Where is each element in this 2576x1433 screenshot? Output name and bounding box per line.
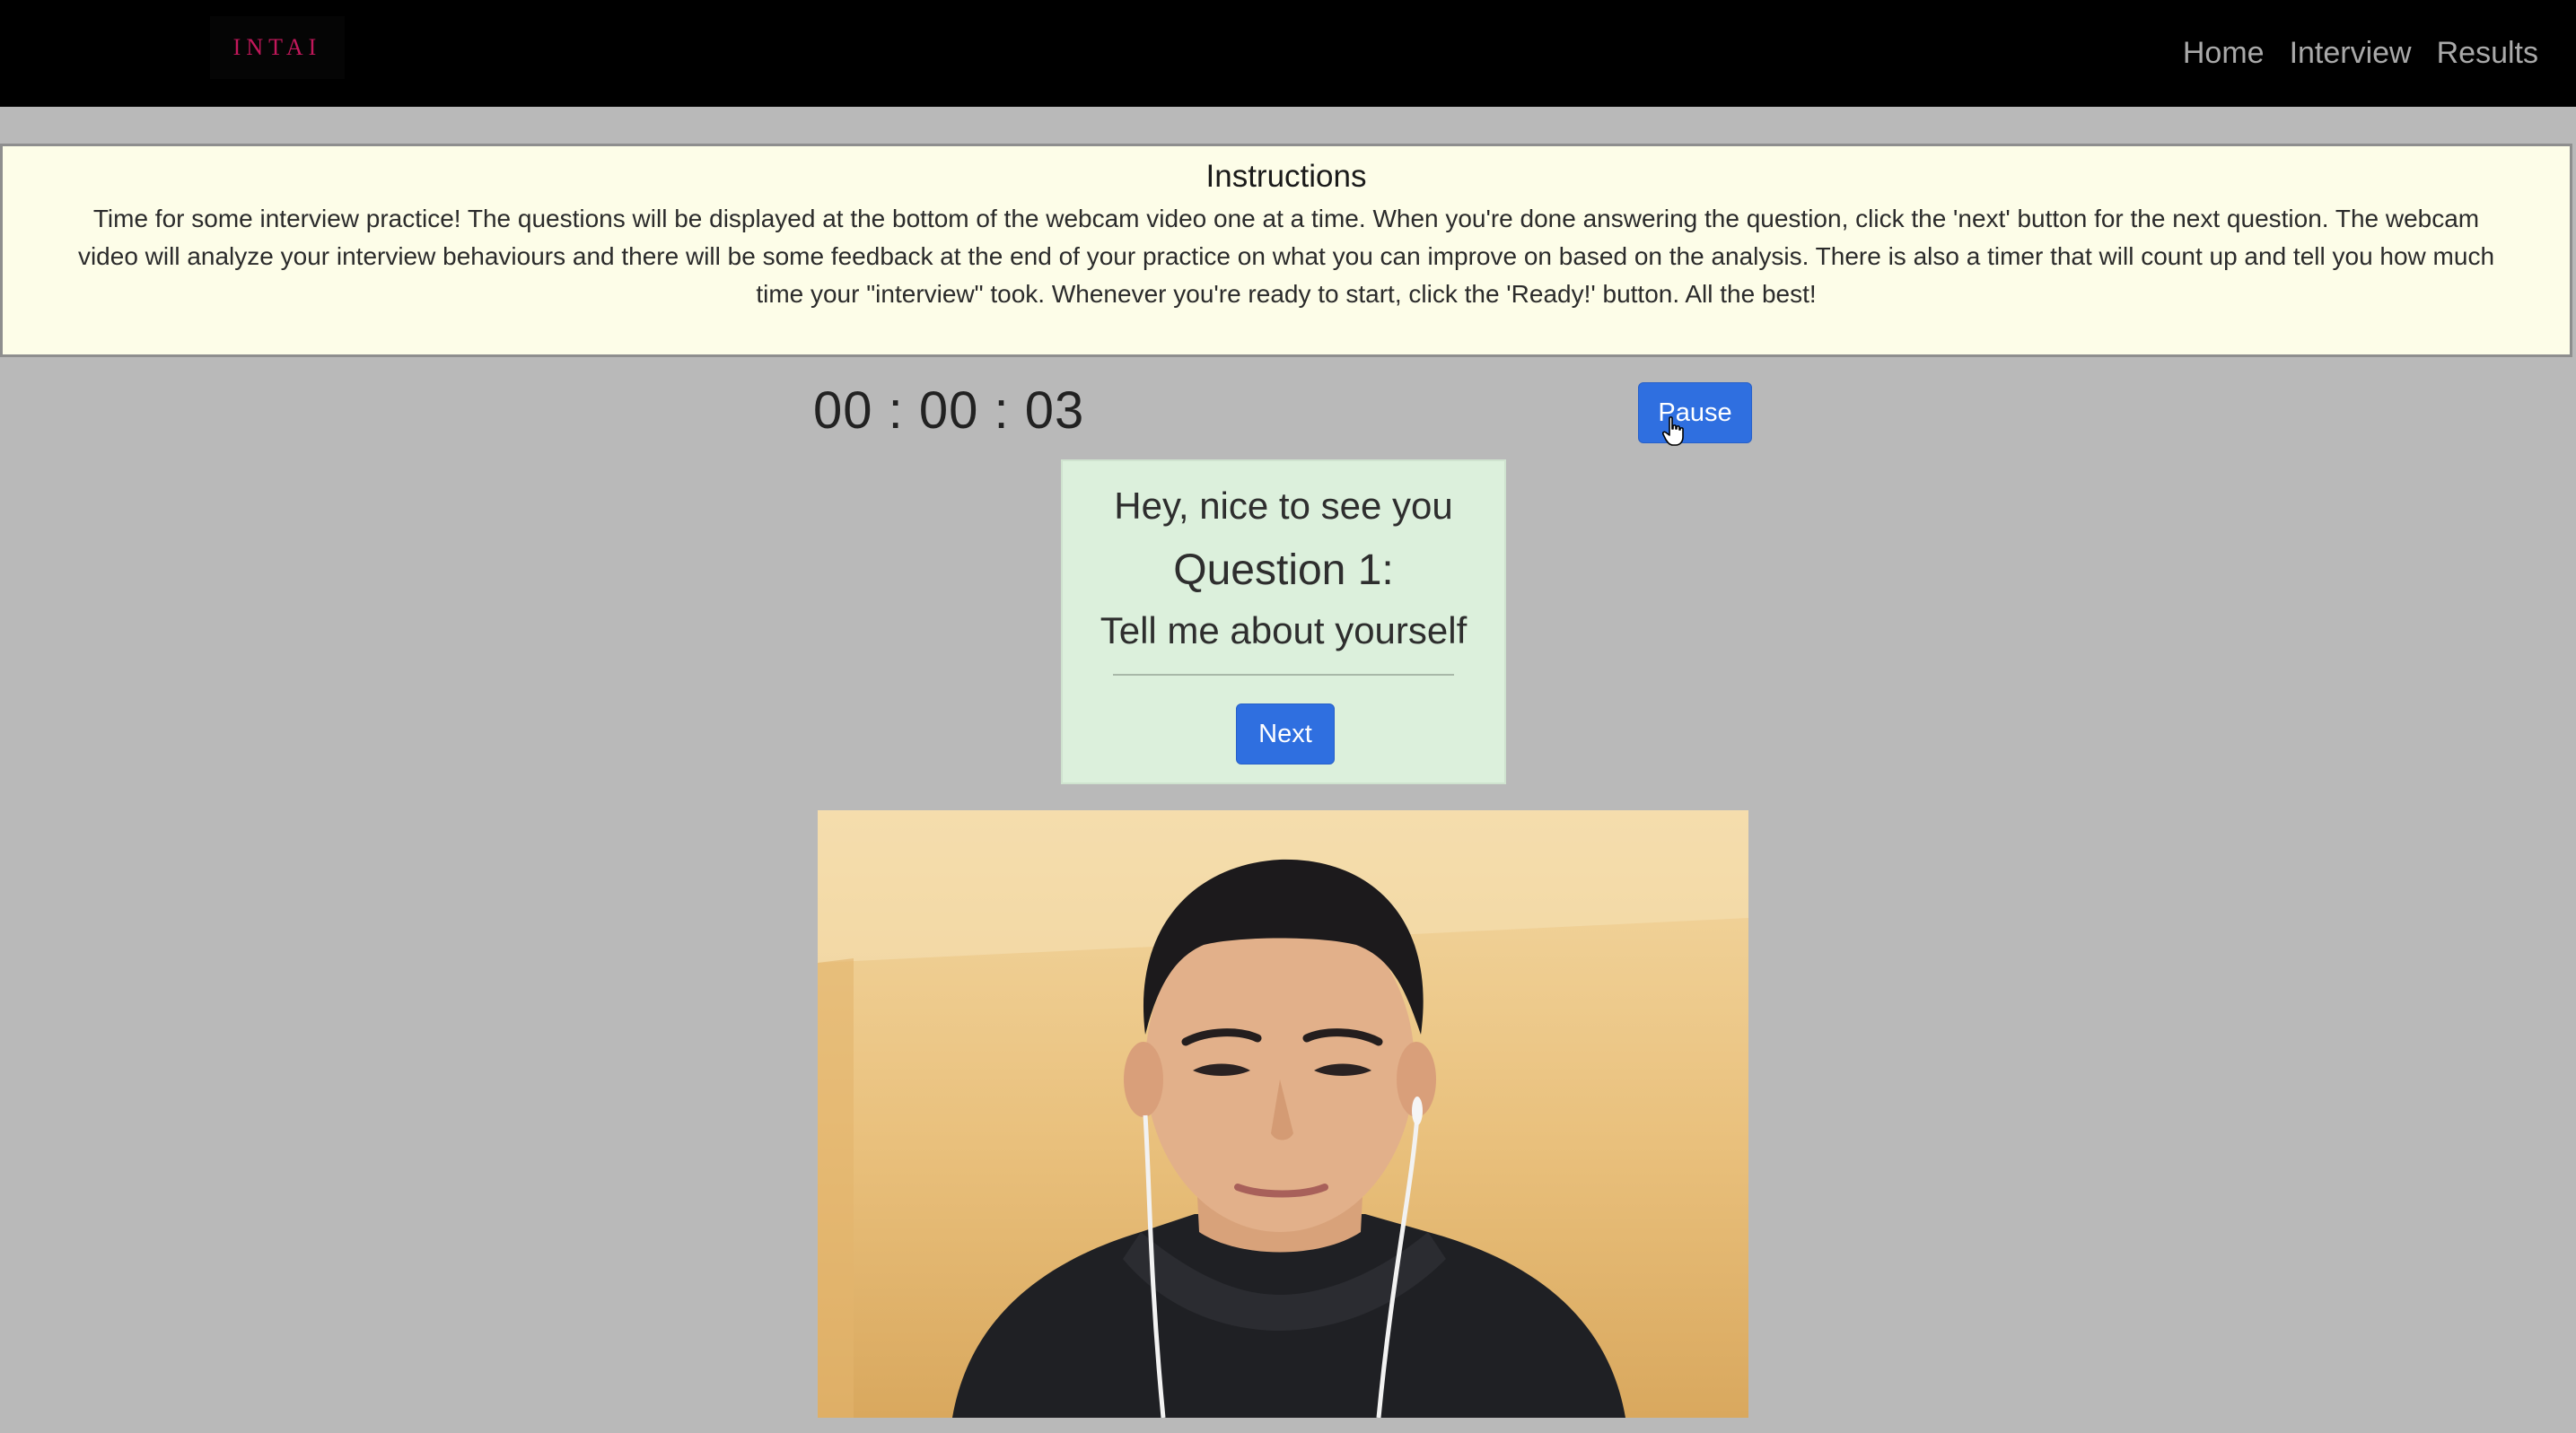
hand-pointer-icon [1662,416,1684,446]
instructions-panel: Instructions Time for some interview pra… [0,144,2572,357]
pause-button[interactable]: Pause [1638,382,1752,443]
instructions-body: Time for some interview practice! The qu… [77,205,2495,308]
instructions-title: Instructions [1205,159,1367,194]
nav-link-interview[interactable]: Interview [2290,36,2412,71]
webcam-person-image [818,810,1748,1418]
greeting-text: Hey, nice to see you [1114,485,1453,527]
nav-link-results[interactable]: Results [2437,36,2538,71]
top-navbar: INTAI Home Interview Results [0,0,2576,107]
question-number: Question 1: [1173,546,1394,594]
card-divider [1113,674,1454,676]
brand-name: INTAI [232,34,322,60]
brand-logo[interactable]: INTAI [210,16,345,79]
interview-timer: 00 : 00 : 03 [813,381,1085,440]
question-card: Hey, nice to see you Question 1: Tell me… [1061,459,1506,784]
next-button[interactable]: Next [1236,703,1335,765]
nav-link-home[interactable]: Home [2183,36,2265,71]
webcam-video [818,810,1748,1418]
question-text: Tell me about yourself [1100,609,1468,651]
nav-links: Home Interview Results [2183,31,2538,75]
